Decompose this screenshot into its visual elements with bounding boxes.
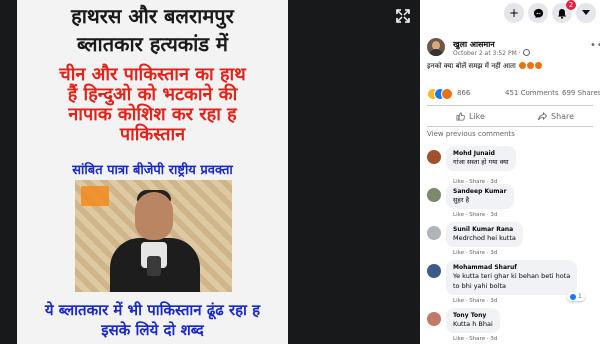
comment-text: Kutta h Bhai	[453, 320, 493, 328]
poster-red-line2: हैं हिन्दुओ को भटकाने की	[67, 84, 238, 105]
comment-item: Mohd Junaid गांजा सस्ता हो गया क्या	[427, 146, 597, 176]
poster-title-line1: हाथरस और बलरामपुर	[71, 4, 234, 28]
commenter-avatar[interactable]	[427, 188, 441, 202]
comment-text: गांजा सस्ता हो गया क्या	[453, 158, 509, 166]
comment-text-line2: to bhi yahi bolta	[453, 282, 506, 290]
share-button[interactable]: Share	[538, 108, 574, 124]
poster-title-line2: ब्लातकार हत्यकांड में	[77, 32, 228, 56]
photo-viewer: हाथरस और बलरामपुर ब्लातकार हत्यकांड में …	[0, 0, 420, 344]
comment-bubble: Mohammad Sharuf Ye kutta teri ghar ki be…	[446, 260, 578, 295]
top-navbar: + 2	[420, 0, 600, 26]
microphone-icon	[147, 256, 161, 276]
commenter-avatar[interactable]	[427, 264, 441, 278]
comment-item: Sandeep Kumar सुहर है	[427, 184, 597, 214]
poster-red-line1: चीन और पाकिस्तान का हाथ	[59, 64, 246, 85]
view-previous-comments[interactable]: View previous comments	[427, 130, 515, 138]
reaction-count[interactable]: 866	[457, 89, 470, 97]
comment-actions[interactable]: Like · Share · 3d	[453, 298, 497, 304]
expand-icon[interactable]	[396, 8, 412, 24]
poster-red-line3: नापाक कोशिश कर रहा ह	[68, 104, 237, 125]
commenter-avatar[interactable]	[427, 312, 441, 326]
comment-text: सुहर है	[453, 196, 470, 204]
comment-text: Ye kutta teri ghar ki behan beti hota	[453, 272, 571, 280]
create-button[interactable]: +	[504, 3, 524, 23]
notification-badge: 2	[566, 0, 576, 10]
messenger-icon	[533, 8, 543, 18]
comment-actions[interactable]: Like · Share · 3d	[453, 336, 497, 342]
comment-item: Tony Tony Kutta h Bhai	[427, 308, 597, 338]
comment-item: Sunil Kumar Rana Medrchod hei kutta	[427, 222, 597, 252]
comment-bubble: Sandeep Kumar सुहर है	[446, 184, 514, 209]
poster-bottom-line2: इसके लिये दो शब्द	[101, 321, 204, 339]
post-header: खुला आसमान October 2 at 3:52 PM · •••	[427, 38, 600, 64]
comment-item: Mohammad Sharuf Ye kutta teri ghar ki be…	[427, 260, 597, 301]
caret-down-icon	[582, 10, 590, 15]
angry-reaction-icon	[441, 88, 453, 100]
commenter-name[interactable]: Tony Tony	[453, 312, 493, 319]
post-timestamp[interactable]: October 2 at 3:52 PM ·	[453, 49, 530, 57]
messenger-button[interactable]	[528, 3, 548, 23]
globe-icon	[522, 49, 530, 56]
thumbs-up-icon	[456, 111, 465, 121]
comments-count[interactable]: 451 Comments	[505, 89, 559, 97]
commenter-name[interactable]: Mohammad Sharuf	[453, 264, 570, 271]
party-logo-icon	[81, 186, 109, 206]
angry-emoji-icon	[519, 62, 527, 69]
poster-bottom-line1: ये ब्लातकार में भी पाकिस्तान ढूंढ रहा ह	[44, 301, 261, 319]
like-label: Like	[469, 111, 485, 121]
post-panel: खुला आसमान October 2 at 3:52 PM · ••• इन…	[420, 26, 600, 344]
poster-red-line4: पाकिस्तान	[119, 124, 186, 145]
reaction-summary: 866 451 Comments 699 Shares	[427, 88, 600, 100]
comment-bubble: Tony Tony Kutta h Bhai	[446, 308, 500, 333]
comment-like-count[interactable]: 1	[567, 292, 585, 301]
comment-actions[interactable]: Like · Share · 3d	[453, 212, 497, 218]
share-icon	[538, 111, 547, 120]
commenter-name[interactable]: Mohd Junaid	[453, 150, 509, 157]
share-label: Share	[551, 111, 575, 121]
poster-image: हाथरस और बलरामपुर ब्लातकार हत्यकांड में …	[17, 0, 288, 344]
comment-bubble: Sunil Kumar Rana Medrchod hei kutta	[446, 222, 523, 247]
speaker-photo	[75, 180, 232, 292]
author-avatar[interactable]	[427, 38, 445, 56]
more-options-icon[interactable]: •••	[590, 40, 600, 51]
commenter-avatar[interactable]	[427, 226, 441, 240]
divider	[427, 105, 593, 106]
post-text: इनको क्या बोलें समझ में नहीं आता	[427, 62, 543, 71]
account-menu-button[interactable]	[576, 3, 596, 23]
commenter-avatar[interactable]	[427, 150, 441, 164]
comment-text: Medrchod hei kutta	[453, 234, 516, 242]
angry-emoji-icon	[527, 62, 535, 69]
commenter-name[interactable]: Sandeep Kumar	[453, 188, 507, 195]
divider	[427, 126, 593, 127]
commenter-name[interactable]: Sunil Kumar Rana	[453, 226, 516, 233]
angry-emoji-icon	[535, 62, 543, 69]
comment-actions[interactable]: Like · Share · 3d	[453, 250, 497, 256]
bell-icon	[558, 8, 566, 19]
comment-bubble: Mohd Junaid गांजा सस्ता हो गया क्या	[446, 146, 516, 171]
shares-count[interactable]: 699 Shares	[562, 89, 600, 97]
like-button[interactable]: Like	[456, 108, 485, 124]
plus-icon: +	[508, 6, 520, 20]
poster-subtitle: सांबित पात्रा बीजेपी राष्ट्रीय प्रवक्ता	[72, 163, 233, 178]
like-reaction-icon	[570, 293, 576, 300]
